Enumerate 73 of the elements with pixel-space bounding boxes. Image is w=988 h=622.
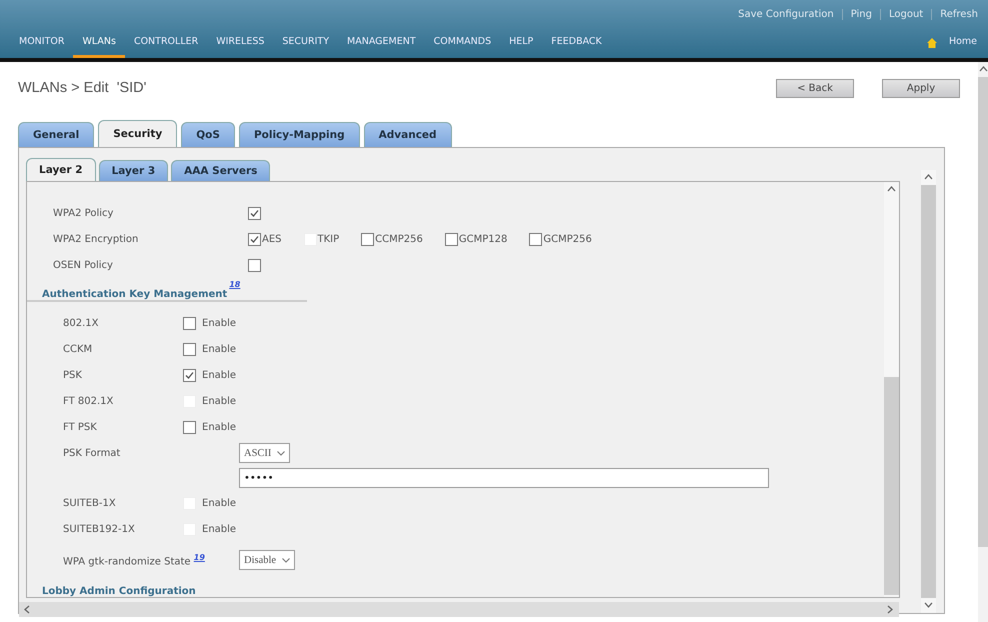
action-button[interactable]: < Back xyxy=(776,78,854,98)
option-label: Enable xyxy=(202,498,236,508)
option-label: Enable xyxy=(202,344,236,354)
field-label: SUITEB192-1X xyxy=(62,524,136,534)
checkbox[interactable] xyxy=(183,316,196,330)
option-label: TKIP xyxy=(318,234,340,244)
sub-tab[interactable]: Layer 3 xyxy=(98,160,168,181)
field-label: SUITEB-1X xyxy=(62,498,117,508)
nav-menu-item[interactable]: COMMANDS xyxy=(424,28,500,58)
scrollbar[interactable] xyxy=(978,62,988,622)
checkbox[interactable] xyxy=(444,232,458,246)
header-link[interactable]: Refresh xyxy=(931,8,986,20)
sub-tab[interactable]: Layer 2 xyxy=(26,158,96,181)
nav-menu-item[interactable]: FEEDBACK xyxy=(542,28,611,58)
nav-menu-item[interactable]: HELP xyxy=(500,28,542,58)
option-label: Enable xyxy=(202,524,236,534)
help-link[interactable]: 19 xyxy=(194,552,205,562)
scrollbar[interactable] xyxy=(921,170,936,613)
checkbox[interactable] xyxy=(248,258,261,272)
tab[interactable]: Policy-Mapping xyxy=(238,122,360,147)
scrollbar[interactable] xyxy=(19,602,899,617)
field-label: FT 802.1X xyxy=(62,396,114,406)
dropdown[interactable]: ASCII xyxy=(239,443,290,463)
field-label: WPA2 Policy xyxy=(52,208,114,218)
option-label: Enable xyxy=(202,396,236,406)
checkbox[interactable] xyxy=(183,342,196,356)
tab[interactable]: Security xyxy=(98,120,178,147)
checkbox[interactable] xyxy=(361,232,374,246)
field-label: OSEN Policy xyxy=(52,260,114,270)
checkbox[interactable] xyxy=(183,368,196,382)
field-label: WPA gtk-randomize State xyxy=(63,556,191,568)
scrollbar[interactable] xyxy=(884,182,899,597)
field-label: WPA2 Encryption xyxy=(52,234,140,244)
help-link[interactable]: 18 xyxy=(229,280,240,289)
checkbox[interactable] xyxy=(248,206,261,220)
option-label: Enable xyxy=(202,422,236,432)
nav-menu-item[interactable]: MANAGEMENT xyxy=(338,28,425,58)
nav-menu-item[interactable]: MONITOR xyxy=(10,28,74,58)
checkbox[interactable] xyxy=(183,420,196,434)
option-label: CCMP256 xyxy=(375,234,423,244)
section-heading: Authentication Key Management xyxy=(42,289,228,300)
field-label: FT PSK xyxy=(62,422,98,432)
nav-menu-item[interactable]: SECURITY xyxy=(273,28,338,58)
nav-menu-item[interactable]: CONTROLLER xyxy=(124,28,208,58)
tab[interactable]: General xyxy=(18,122,94,147)
header-link[interactable]: Ping xyxy=(842,8,880,20)
option-label: Enable xyxy=(202,318,236,328)
header-link[interactable]: Logout xyxy=(880,8,932,20)
action-button[interactable]: Apply xyxy=(882,78,960,98)
nav-menu-item[interactable]: WLANs xyxy=(73,28,125,58)
field-label: PSK Format xyxy=(62,448,122,458)
tab[interactable]: Advanced xyxy=(364,122,452,147)
caret-icon xyxy=(277,450,286,456)
home-link[interactable]: Home xyxy=(940,36,986,50)
checkbox[interactable] xyxy=(529,232,542,246)
caret-icon xyxy=(282,558,290,562)
sub-tab[interactable]: AAA Servers xyxy=(171,160,270,181)
tab[interactable]: QoS xyxy=(181,122,235,147)
section-heading: Lobby Admin Configuration xyxy=(41,585,197,597)
page-title: WLANs > Edit 'SID' xyxy=(18,80,148,96)
field-label: 802.1X xyxy=(62,318,100,328)
header-link[interactable]: Save Configuration xyxy=(730,8,842,20)
field-label: PSK xyxy=(62,370,83,380)
home-icon xyxy=(926,38,937,48)
option-label: Enable xyxy=(202,370,236,380)
option-label: GCMP128 xyxy=(458,234,508,244)
option-label: AES xyxy=(262,234,282,244)
field-label: CCKM xyxy=(62,344,94,354)
dropdown[interactable]: Disable xyxy=(239,550,296,570)
password-field[interactable]: ••••• xyxy=(239,468,769,488)
checkbox[interactable] xyxy=(248,232,261,246)
nav-menu-item[interactable]: WIRELESS xyxy=(207,28,274,58)
option-label: GCMP256 xyxy=(543,234,592,244)
